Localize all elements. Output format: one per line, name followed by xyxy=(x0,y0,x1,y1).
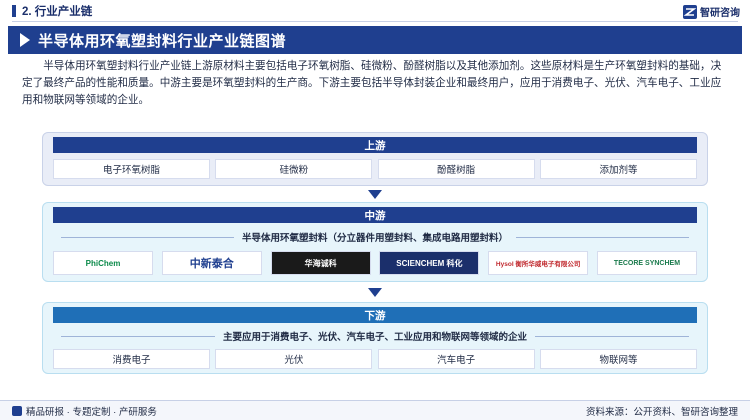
company-logo: 华海诚科 xyxy=(270,251,371,275)
company-logo-text: Hysol 衡所华威电子有限公司 xyxy=(495,261,581,268)
footer-left: 精品研报 · 专题定制 · 产研服务 xyxy=(12,404,157,418)
upstream-item: 添加剂等 xyxy=(539,159,697,179)
company-logo: Hysol 衡所华威电子有限公司 xyxy=(488,251,589,275)
company-logo: SCIENCHEM 科化 xyxy=(379,251,480,275)
section-marker xyxy=(12,5,16,17)
upstream-header: 上游 xyxy=(53,137,697,153)
company-logo-text: PhiChem xyxy=(85,258,121,268)
downstream-item: 物联网等 xyxy=(539,349,697,369)
downstream-item: 消费电子 xyxy=(53,349,210,369)
downstream-subtitle-text: 主要应用于消费电子、光伏、汽车电子、工业应用和物联网等领域的企业 xyxy=(223,332,528,343)
top-divider xyxy=(12,21,738,22)
intro-paragraph: 半导体用环氧塑封料行业产业链上游原材料主要包括电子环氧树脂、硅微粉、酚醛树脂以及… xyxy=(22,60,722,106)
upstream-item: 硅微粉 xyxy=(215,159,373,179)
page-title: 半导体用环氧塑封料行业产业链图谱 xyxy=(38,32,287,50)
downstream-panel: 下游 主要应用于消费电子、光伏、汽车电子、工业应用和物联网等领域的企业 消费电子… xyxy=(42,302,708,374)
company-logo-text: TECORE SYNCHEM xyxy=(613,259,681,267)
company-logo-text: 中新泰合 xyxy=(189,258,234,270)
downstream-subtitle: 主要应用于消费电子、光伏、汽车电子、工业应用和物联网等领域的企业 xyxy=(53,329,697,343)
midstream-header: 中游 xyxy=(53,207,697,223)
flow-arrow-icon xyxy=(368,190,382,199)
midstream-subtitle: 半导体用环氧塑封料（分立器件用塑封料、集成电路用塑封料） xyxy=(53,230,697,244)
play-arrow-icon xyxy=(20,33,30,47)
downstream-items: 消费电子 光伏 汽车电子 物联网等 xyxy=(53,349,697,369)
footer-source: 资料来源：公开资料、智研咨询整理 xyxy=(585,406,738,418)
downstream-item: 汽车电子 xyxy=(377,349,535,369)
company-logos: PhiChem 中新泰合 华海诚科 SCIENCHEM 科化 Hysol 衡所华… xyxy=(53,251,697,275)
brand-name: 智研咨询 xyxy=(700,8,740,19)
flow-arrow-icon xyxy=(368,288,382,297)
company-logo-text: 华海诚科 xyxy=(304,258,337,268)
upstream-items: 电子环氧树脂 硅微粉 酚醛树脂 添加剂等 xyxy=(53,159,697,179)
midstream-panel: 中游 半导体用环氧塑封料（分立器件用塑封料、集成电路用塑封料） PhiChem … xyxy=(42,202,708,282)
top-bar: 2. 行业产业链 智研咨询 xyxy=(0,0,750,22)
brand: 智研咨询 xyxy=(683,4,740,19)
section-title: 2. 行业产业链 xyxy=(22,6,93,18)
company-logo: 中新泰合 xyxy=(161,251,262,275)
company-logo: PhiChem xyxy=(53,251,153,275)
downstream-header: 下游 xyxy=(53,307,697,323)
title-banner: 半导体用环氧塑封料行业产业链图谱 xyxy=(8,26,742,54)
downstream-item: 光伏 xyxy=(215,349,373,369)
footer-services: 精品研报 · 专题定制 · 产研服务 xyxy=(26,406,157,418)
upstream-panel: 上游 电子环氧树脂 硅微粉 酚醛树脂 添加剂等 xyxy=(42,132,708,186)
company-logo: TECORE SYNCHEM xyxy=(596,251,697,275)
report-icon xyxy=(12,405,22,416)
zhiyan-logo-icon xyxy=(683,4,697,19)
company-logo-text: SCIENCHEM 科化 xyxy=(396,258,463,268)
upstream-item: 酚醛树脂 xyxy=(377,159,535,179)
midstream-subtitle-text: 半导体用环氧塑封料（分立器件用塑封料、集成电路用塑封料） xyxy=(242,233,509,244)
upstream-item: 电子环氧树脂 xyxy=(53,159,210,179)
footer: 精品研报 · 专题定制 · 产研服务 资料来源：公开资料、智研咨询整理 xyxy=(0,400,750,420)
